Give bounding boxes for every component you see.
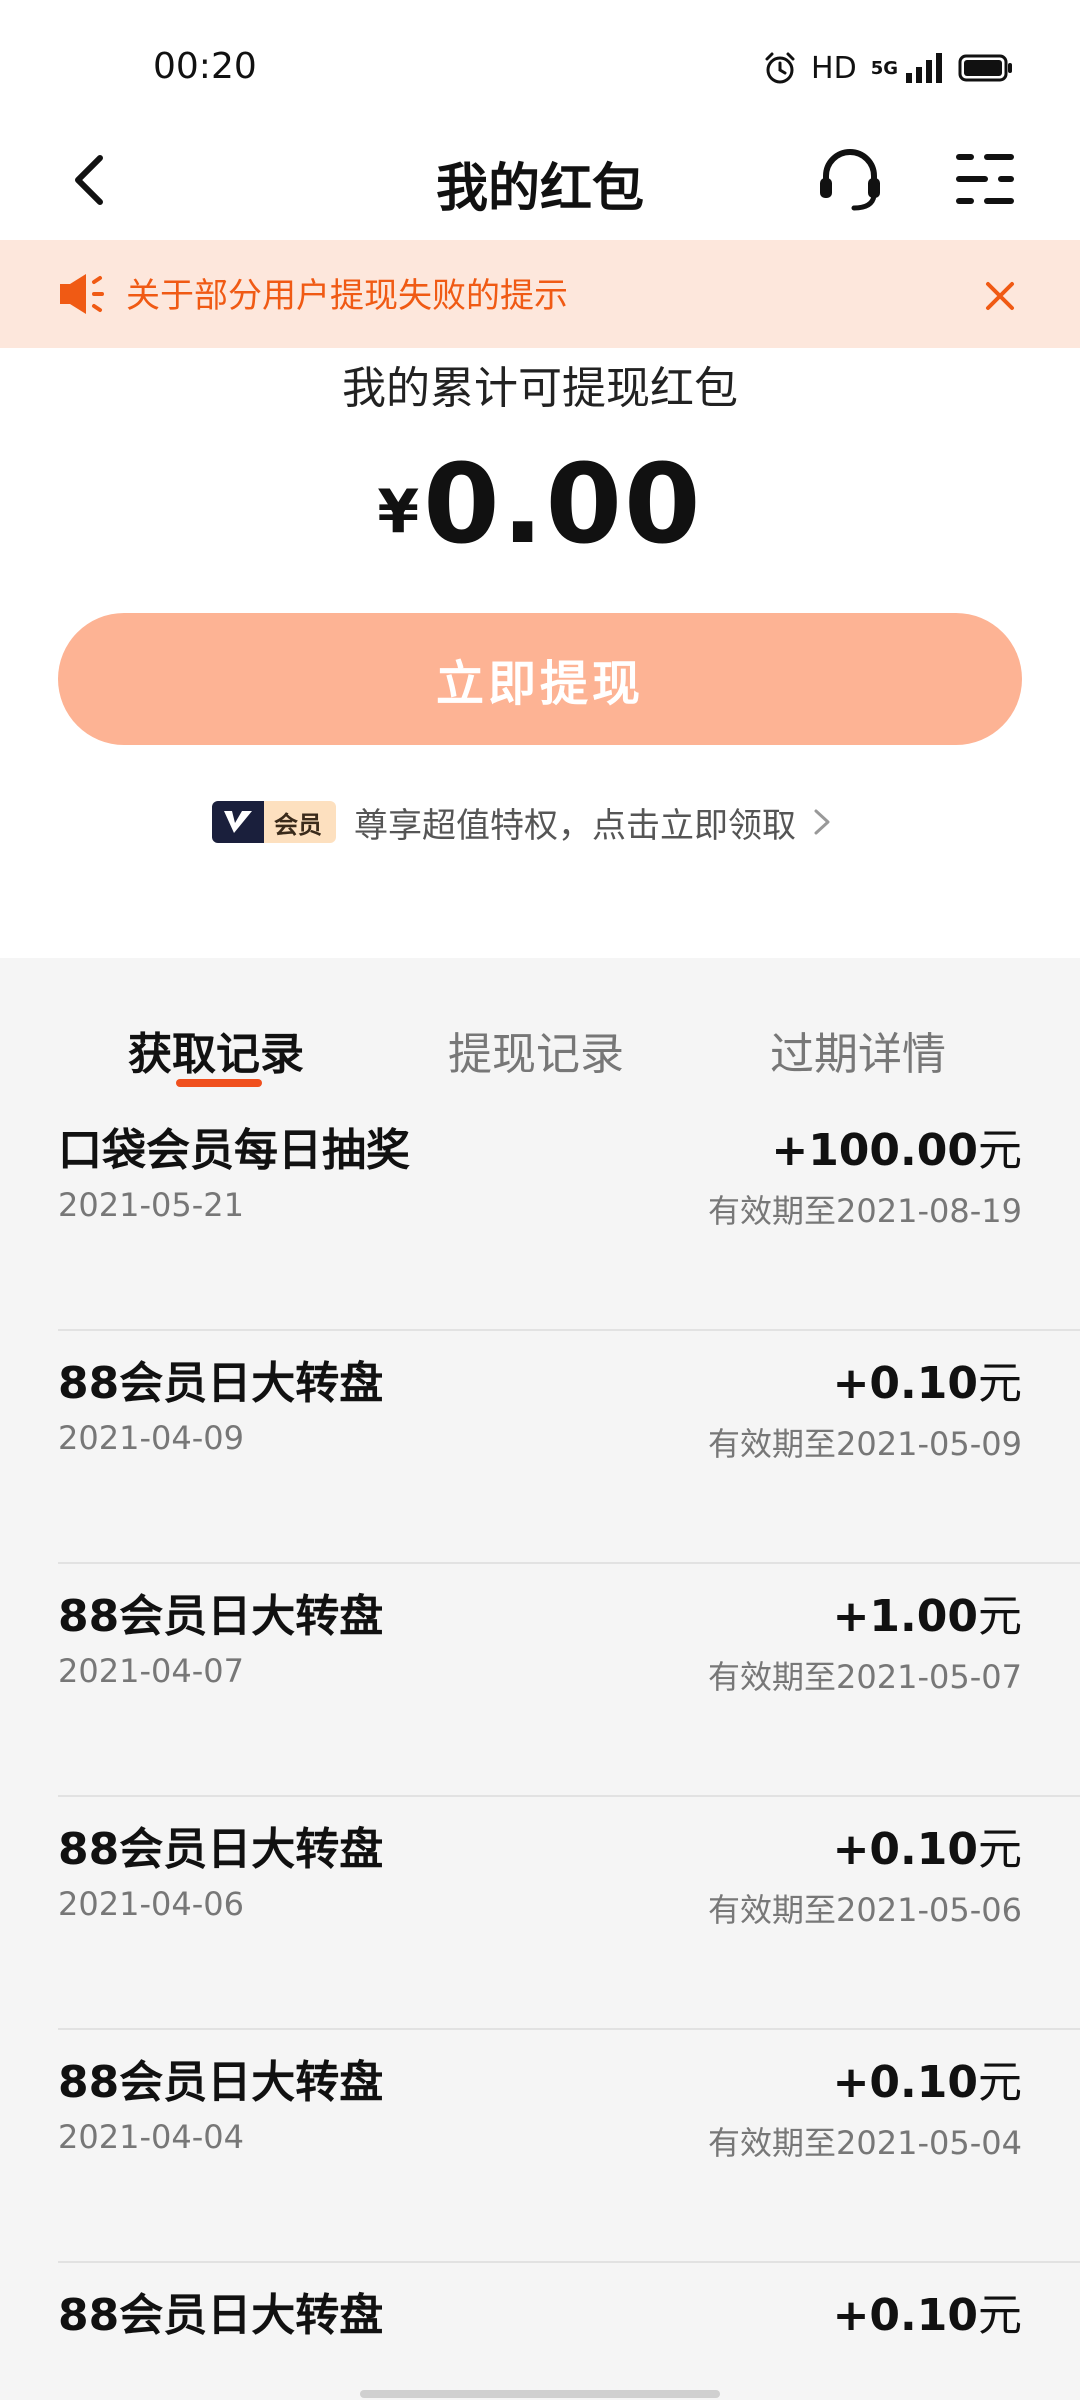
records-panel: 获取记录 提现记录 过期详情 口袋会员每日抽奖 2021-05-21 +100.… [0, 958, 1080, 2400]
list-item[interactable]: 88会员日大转盘 2021-04-06 +0.10元 有效期至2021-05-0… [0, 1797, 1080, 2030]
record-amount: +0.10元 [833, 1347, 1022, 1411]
record-date: 2021-04-04 [58, 2118, 244, 2156]
record-title: 88会员日大转盘 [58, 1591, 384, 1642]
record-list: 口袋会员每日抽奖 2021-05-21 +100.00元 有效期至2021-08… [0, 1098, 1080, 2400]
record-amount-value: +0.10 [832, 2057, 978, 2108]
record-amount: +0.10元 [833, 2279, 1022, 2343]
record-amount-unit: 元 [978, 1591, 1022, 1642]
record-title: 口袋会员每日抽奖 [58, 1125, 410, 1176]
status-bar: 00:20 HD 5G [0, 0, 1080, 120]
record-amount-unit: 元 [978, 1125, 1022, 1176]
record-expiry: 有效期至2021-05-04 [708, 2124, 1022, 2162]
hd-label: HD [811, 50, 857, 86]
list-item[interactable]: 88会员日大转盘 2021-04-09 +0.10元 有效期至2021-05-0… [0, 1331, 1080, 1564]
nav-bar: 我的红包 [0, 120, 1080, 240]
member-badge: 会员 [212, 801, 336, 843]
network-label: 5G [870, 57, 898, 79]
withdraw-button[interactable]: 立即提现 [58, 613, 1022, 745]
notice-bar[interactable]: 关于部分用户提现失败的提示 [0, 240, 1080, 348]
record-amount-unit: 元 [978, 2057, 1022, 2108]
member-badge-text: 会员 [264, 801, 336, 843]
filter-icon[interactable] [950, 144, 1020, 214]
list-item[interactable]: 口袋会员每日抽奖 2021-05-21 +100.00元 有效期至2021-08… [0, 1098, 1080, 1331]
record-amount: +0.10元 [833, 2046, 1022, 2110]
tab-expired-details[interactable]: 过期详情 [770, 1018, 946, 1082]
record-tabs: 获取记录 提现记录 过期详情 [0, 958, 1080, 1098]
page-title: 我的红包 [435, 159, 644, 219]
record-date: 2021-04-06 [58, 1885, 244, 1923]
record-amount: +0.10元 [833, 1813, 1022, 1877]
balance-amount: ¥0.00 [0, 440, 1080, 568]
record-amount-value: +100.00 [771, 1125, 978, 1176]
tab-withdraw-records[interactable]: 提现记录 [448, 1018, 624, 1082]
home-indicator[interactable] [360, 2390, 720, 2398]
record-title: 88会员日大转盘 [58, 2290, 384, 2341]
member-logo-icon [212, 801, 264, 843]
close-icon[interactable] [980, 276, 1020, 316]
record-amount: +1.00元 [833, 1580, 1022, 1644]
balance-value: 0.00 [423, 440, 703, 568]
balance-label: 我的累计可提现红包 [342, 363, 738, 414]
member-promo[interactable]: 会员 尊享超值特权，点击立即领取 [212, 796, 834, 848]
notice-text[interactable]: 关于部分用户提现失败的提示 [126, 268, 568, 317]
headset-icon[interactable] [812, 142, 888, 218]
record-amount-value: +1.00 [832, 1591, 978, 1642]
tab-active-indicator [176, 1079, 262, 1087]
list-item[interactable]: 88会员日大转盘 2021-04-07 +1.00元 有效期至2021-05-0… [0, 1564, 1080, 1797]
record-title: 88会员日大转盘 [58, 1358, 384, 1409]
record-amount-value: +0.10 [832, 2290, 978, 2341]
record-title: 88会员日大转盘 [58, 2057, 384, 2108]
record-amount-unit: 元 [978, 1824, 1022, 1875]
currency-symbol: ¥ [377, 477, 420, 547]
record-amount-unit: 元 [978, 2290, 1022, 2341]
record-date: 2021-04-07 [58, 1652, 244, 1690]
record-expiry: 有效期至2021-08-19 [708, 1192, 1022, 1230]
record-amount-value: +0.10 [832, 1824, 978, 1875]
record-amount-value: +0.10 [832, 1358, 978, 1409]
list-item[interactable]: 88会员日大转盘 +0.10元 [0, 2263, 1080, 2400]
record-expiry: 有效期至2021-05-07 [708, 1658, 1022, 1696]
status-icons: HD 5G [763, 46, 1014, 90]
member-promo-text[interactable]: 尊享超值特权，点击立即领取 [354, 798, 796, 847]
record-amount: +100.00元 [771, 1114, 1022, 1178]
record-expiry: 有效期至2021-05-06 [708, 1891, 1022, 1929]
battery-icon [958, 54, 1012, 82]
tab-obtain-records[interactable]: 获取记录 [128, 1018, 304, 1082]
list-item[interactable]: 88会员日大转盘 2021-04-04 +0.10元 有效期至2021-05-0… [0, 2030, 1080, 2263]
record-title: 88会员日大转盘 [58, 1824, 384, 1875]
record-amount-unit: 元 [978, 1358, 1022, 1409]
record-date: 2021-04-09 [58, 1419, 244, 1457]
speaker-icon [60, 274, 104, 314]
status-time: 00:20 [153, 46, 257, 87]
chevron-right-icon [814, 809, 830, 835]
signal-icon [906, 53, 942, 83]
record-expiry: 有效期至2021-05-09 [708, 1425, 1022, 1463]
record-date: 2021-05-21 [58, 1186, 244, 1224]
alarm-icon [765, 52, 795, 84]
